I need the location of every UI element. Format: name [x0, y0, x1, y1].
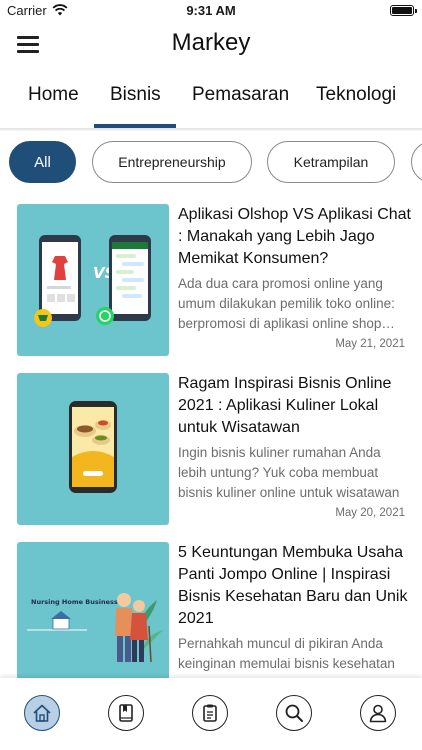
status-time: 9:31 AM [186, 3, 236, 18]
filter-chips: All Entrepreneurship Ketrampilan [0, 140, 422, 186]
tabs-divider [0, 128, 422, 131]
search-icon [285, 704, 303, 722]
article-excerpt: Pernahkah muncul di pikiran Anda keingin… [178, 636, 395, 671]
nav-notes-button[interactable] [192, 695, 228, 731]
nav-bar: Markey [0, 22, 422, 66]
article-item[interactable]: Ragam Inspirasi Bisnis Online 2021 : Apl… [0, 373, 422, 533]
article-thumbnail: Nursing Home Business [17, 542, 169, 694]
article-item[interactable]: VS Aplikasi Olshop VS Aplikasi Chat : Ma… [0, 204, 422, 364]
tab-home[interactable]: Home [28, 84, 79, 106]
article-title: 5 Keuntungan Membuka Usaha Panti Jompo O… [178, 544, 408, 627]
article-title: Aplikasi Olshop VS Aplikasi Chat : Manak… [178, 206, 411, 267]
food-app-illustration [69, 401, 117, 493]
article-thumbnail [17, 373, 169, 525]
nursing-home-caption: Nursing Home Business [31, 598, 118, 606]
tab-teknologi[interactable]: Teknologi [316, 84, 396, 106]
status-bar: Carrier 9:31 AM [0, 0, 422, 22]
tab-bisnis[interactable]: Bisnis [110, 84, 161, 106]
nav-home-button[interactable] [24, 695, 60, 731]
article-excerpt: Ingin bisnis kuliner rumahan Anda lebih … [178, 445, 400, 500]
nursing-home-illustration: Nursing Home Business [27, 593, 163, 663]
nav-search-button[interactable] [276, 695, 312, 731]
battery-icon [390, 5, 417, 16]
clipboard-icon [203, 704, 217, 722]
article-date: May 20, 2021 [335, 507, 405, 519]
chip-entrepreneurship[interactable]: Entrepreneurship [92, 141, 252, 183]
chip-ketrampilan[interactable]: Ketrampilan [267, 141, 395, 183]
chip-all[interactable]: All [9, 141, 76, 183]
phones-vs-illustration: VS [34, 235, 151, 327]
chip-more[interactable] [411, 141, 422, 183]
app-title: Markey [171, 29, 251, 56]
nav-library-button[interactable] [108, 695, 144, 731]
article-title: Ragam Inspirasi Bisnis Online 2021 : Apl… [178, 375, 392, 436]
article-date: May 21, 2021 [335, 338, 405, 350]
article-thumbnail: VS [17, 204, 169, 356]
nav-profile-button[interactable] [360, 695, 396, 731]
tab-pemasaran[interactable]: Pemasaran [192, 84, 289, 106]
category-tabs: Home Bisnis Pemasaran Teknologi [0, 72, 422, 128]
user-icon [369, 704, 387, 723]
bottom-navigation [0, 678, 422, 750]
home-icon [33, 704, 51, 722]
book-icon [119, 704, 133, 722]
article-excerpt: Ada dua cara promosi online yang umum di… [178, 276, 395, 331]
